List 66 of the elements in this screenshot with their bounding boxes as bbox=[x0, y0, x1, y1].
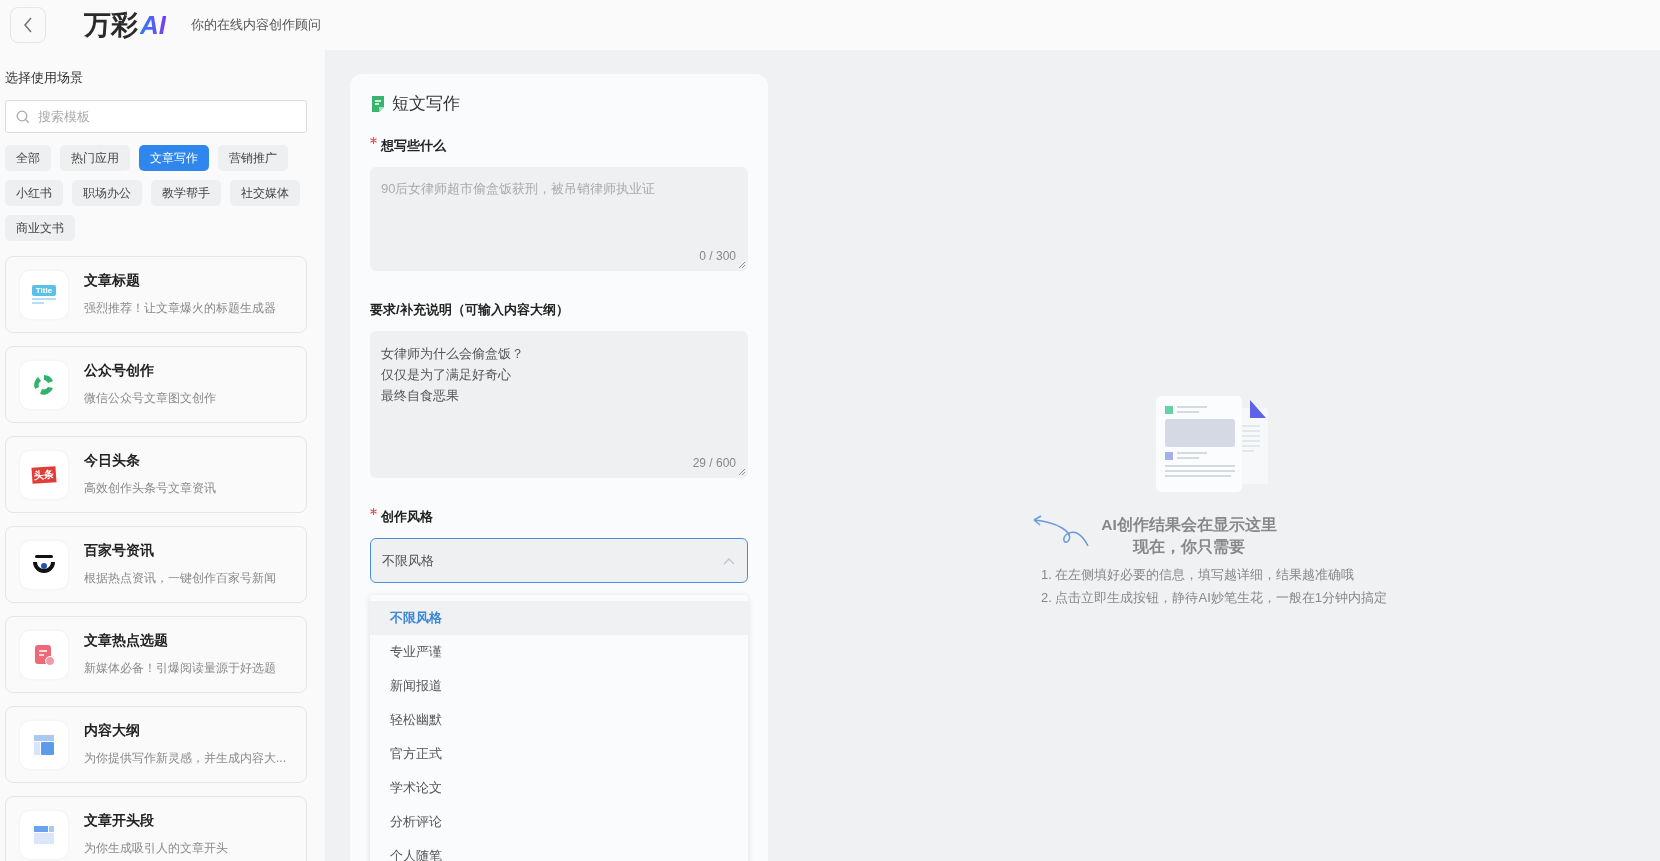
template-description: 根据热点资讯，一键创作百家号新闻 bbox=[84, 570, 276, 587]
category-tab[interactable]: 社交媒体 bbox=[230, 180, 300, 206]
character-counter: 0 / 300 bbox=[370, 249, 748, 271]
search-icon bbox=[16, 110, 30, 124]
template-card[interactable]: Title 文章标题 强烈推荐！让文章爆火的标题生成器 bbox=[5, 256, 307, 333]
sidebar-title: 选择使用场景 bbox=[5, 69, 84, 87]
resize-grip-icon bbox=[738, 261, 746, 269]
category-tab[interactable]: 热门应用 bbox=[60, 145, 130, 171]
note-icon bbox=[370, 94, 386, 113]
template-card[interactable]: 头条 今日头条 高效创作头条号文章资讯 bbox=[5, 436, 307, 513]
instruction-text: 1. 在左侧填好必要的信息，填写越详细，结果越准确哦 bbox=[1041, 566, 1356, 584]
field-label: 想写些什么 bbox=[381, 137, 446, 155]
dropdown-option[interactable]: 新闻报道 bbox=[370, 669, 748, 703]
template-description: 强烈推荐！让文章爆火的标题生成器 bbox=[84, 300, 276, 317]
template-card[interactable]: 百家号资讯 根据热点资讯，一键创作百家号新闻 bbox=[5, 526, 307, 603]
curved-arrow-icon bbox=[1031, 514, 1092, 548]
dropdown-option[interactable]: 轻松幽默 bbox=[370, 703, 748, 737]
template-card[interactable]: 文章开头段 为你生成吸引人的文章开头 bbox=[5, 796, 307, 861]
template-name: 今日头条 bbox=[84, 452, 141, 470]
template-name: 百家号资讯 bbox=[84, 542, 155, 560]
result-heading: AI创作结果会在显示这里 bbox=[1101, 515, 1277, 535]
result-heading: 现在，你只需要 bbox=[1133, 537, 1245, 557]
stamp-icon: 头条 bbox=[31, 465, 57, 484]
form-title: 短文写作 bbox=[392, 93, 460, 115]
dropdown-option[interactable]: 分析评论 bbox=[370, 805, 748, 839]
template-card[interactable]: 内容大纲 为你提供写作新灵感，并生成内容大... bbox=[5, 706, 307, 783]
category-tab[interactable]: 文章写作 bbox=[139, 145, 209, 171]
text-line: 仅仅是为了满足好奇心 bbox=[381, 366, 512, 384]
template-name: 公众号创作 bbox=[84, 362, 155, 380]
dropdown-option[interactable]: 学术论文 bbox=[370, 771, 748, 805]
template-description: 高效创作头条号文章资讯 bbox=[84, 480, 216, 497]
caret-icon bbox=[723, 556, 735, 565]
template-name: 文章开头段 bbox=[84, 812, 155, 830]
layout-icon bbox=[32, 732, 56, 757]
dropdown-option[interactable]: 专业严谨 bbox=[370, 635, 748, 669]
app-logo: 万彩AI bbox=[84, 9, 166, 43]
tagline: 你的在线内容创作顾问 bbox=[191, 16, 321, 34]
chevron-left-icon bbox=[23, 17, 33, 33]
category-tab[interactable]: 商业文书 bbox=[5, 215, 75, 241]
template-card[interactable]: 文章热点选题 新媒体必备！引爆阅读量源于好选题 bbox=[5, 616, 307, 693]
template-description: 新媒体必备！引爆阅读量源于好选题 bbox=[84, 660, 276, 677]
template-name: 文章标题 bbox=[84, 272, 141, 290]
category-tab[interactable]: 教学帮手 bbox=[151, 180, 221, 206]
resize-grip-icon bbox=[738, 468, 746, 476]
field-label: 要求/补充说明（可输入内容大纲） bbox=[370, 301, 569, 319]
text-area[interactable]: 90后女律师超市偷盒饭获刑，被吊销律师执业证 bbox=[370, 167, 748, 249]
template-card[interactable]: 公众号创作 微信公众号文章图文创作 bbox=[5, 346, 307, 423]
text-area[interactable]: 女律师为什么会偷盒饭？ 仅仅是为了满足好奇心 最终自食恶果 bbox=[370, 331, 748, 456]
template-description: 为你提供写作新灵感，并生成内容大... bbox=[84, 750, 286, 767]
field-label: 创作风格 bbox=[381, 508, 433, 526]
text-line: 最终自食恶果 bbox=[381, 387, 460, 405]
template-name: 文章热点选题 bbox=[84, 632, 169, 650]
template-description: 微信公众号文章图文创作 bbox=[84, 390, 216, 407]
category-tab[interactable]: 全部 bbox=[5, 145, 51, 171]
template-name: 内容大纲 bbox=[84, 722, 141, 740]
text-line: 女律师为什么会偷盒饭？ bbox=[381, 345, 525, 363]
character-counter: 29 / 600 bbox=[370, 456, 748, 478]
back-button[interactable] bbox=[10, 7, 46, 43]
category-tab[interactable]: 小红书 bbox=[5, 180, 63, 206]
search-field[interactable]: 搜索模板 bbox=[5, 100, 307, 133]
style-select[interactable]: 不限风格 bbox=[370, 538, 748, 583]
category-tab[interactable]: 营销推广 bbox=[218, 145, 288, 171]
category-tab[interactable]: 职场办公 bbox=[72, 180, 142, 206]
dropdown-option[interactable]: 官方正式 bbox=[370, 737, 748, 771]
instruction-text: 2. 点击立即生成按钮，静待AI妙笔生花，一般在1分钟内搞定 bbox=[1041, 589, 1387, 607]
template-description: 为你生成吸引人的文章开头 bbox=[84, 840, 228, 857]
